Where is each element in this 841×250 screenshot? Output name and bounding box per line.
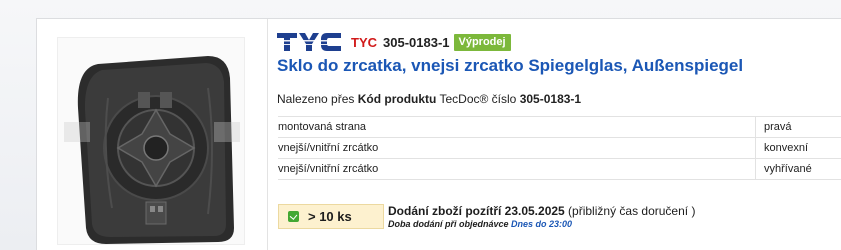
stock-available-icon (288, 211, 299, 222)
delivery-main: Dodání zboží pozítří 23.05.2025 (přibliž… (388, 205, 695, 218)
attribute-value: konvexní (755, 138, 841, 158)
delivery-suffix: (přibližný čas doručení ) (564, 204, 696, 218)
brand-name: TYC (351, 34, 377, 50)
part-number: 305-0183-1 (383, 34, 450, 50)
delivery-deadline: Dnes do 23:00 (511, 219, 573, 229)
stock-indicator: > 10 ks (278, 204, 384, 229)
delivery-note: Doba dodání při objednávce Dnes do 23:00 (388, 218, 695, 231)
found-key: Kód produktu (357, 92, 437, 106)
attribute-name: vnejší/vnitřní zrcátko (278, 142, 379, 154)
attribute-value: pravá (755, 117, 841, 137)
product-image-panel (37, 19, 268, 250)
table-row: vnejší/vnitřní zrcátko konvexní (278, 138, 841, 159)
attribute-name: vnejší/vnitřní zrcátko (278, 163, 379, 175)
delivery-date: 23.05.2025 (504, 204, 565, 218)
found-via-row: Nalezeno přes Kód produktu TecDoc® číslo… (277, 92, 841, 106)
tyc-logo-icon (277, 33, 343, 51)
brand-row: TYC 305-0183-1 Výprodej (277, 31, 841, 53)
product-card: TYC 305-0183-1 Výprodej Sklo do zrcatka,… (36, 18, 841, 250)
found-value: 305-0183-1 (519, 92, 582, 106)
attribute-name: montovaná strana (278, 121, 367, 133)
table-row: vnejší/vnitřní zrcátko vyhřívané (278, 159, 841, 180)
sale-badge: Výprodej (453, 33, 511, 51)
delivery-info: Dodání zboží pozítří 23.05.2025 (přibliž… (388, 205, 695, 231)
found-mid: TecDoc® číslo (436, 92, 520, 106)
delivery-note-prefix: Doba dodání při objednávce (388, 219, 512, 229)
product-title[interactable]: Sklo do zrcatka, vnejsi zrcatko Spiegelg… (277, 55, 841, 76)
product-info: TYC 305-0183-1 Výprodej Sklo do zrcatka,… (277, 31, 841, 106)
delivery-prefix: Dodání zboží pozítří (388, 204, 505, 218)
attribute-value: vyhřívané (755, 159, 841, 179)
attributes-table: montovaná strana pravá vnejší/vnitřní zr… (278, 116, 841, 180)
found-prefix: Nalezeno přes (277, 92, 358, 106)
product-image[interactable] (57, 37, 245, 245)
image-watermark (58, 122, 244, 152)
stock-count: > 10 ks (308, 209, 352, 224)
table-row: montovaná strana pravá (278, 117, 841, 138)
